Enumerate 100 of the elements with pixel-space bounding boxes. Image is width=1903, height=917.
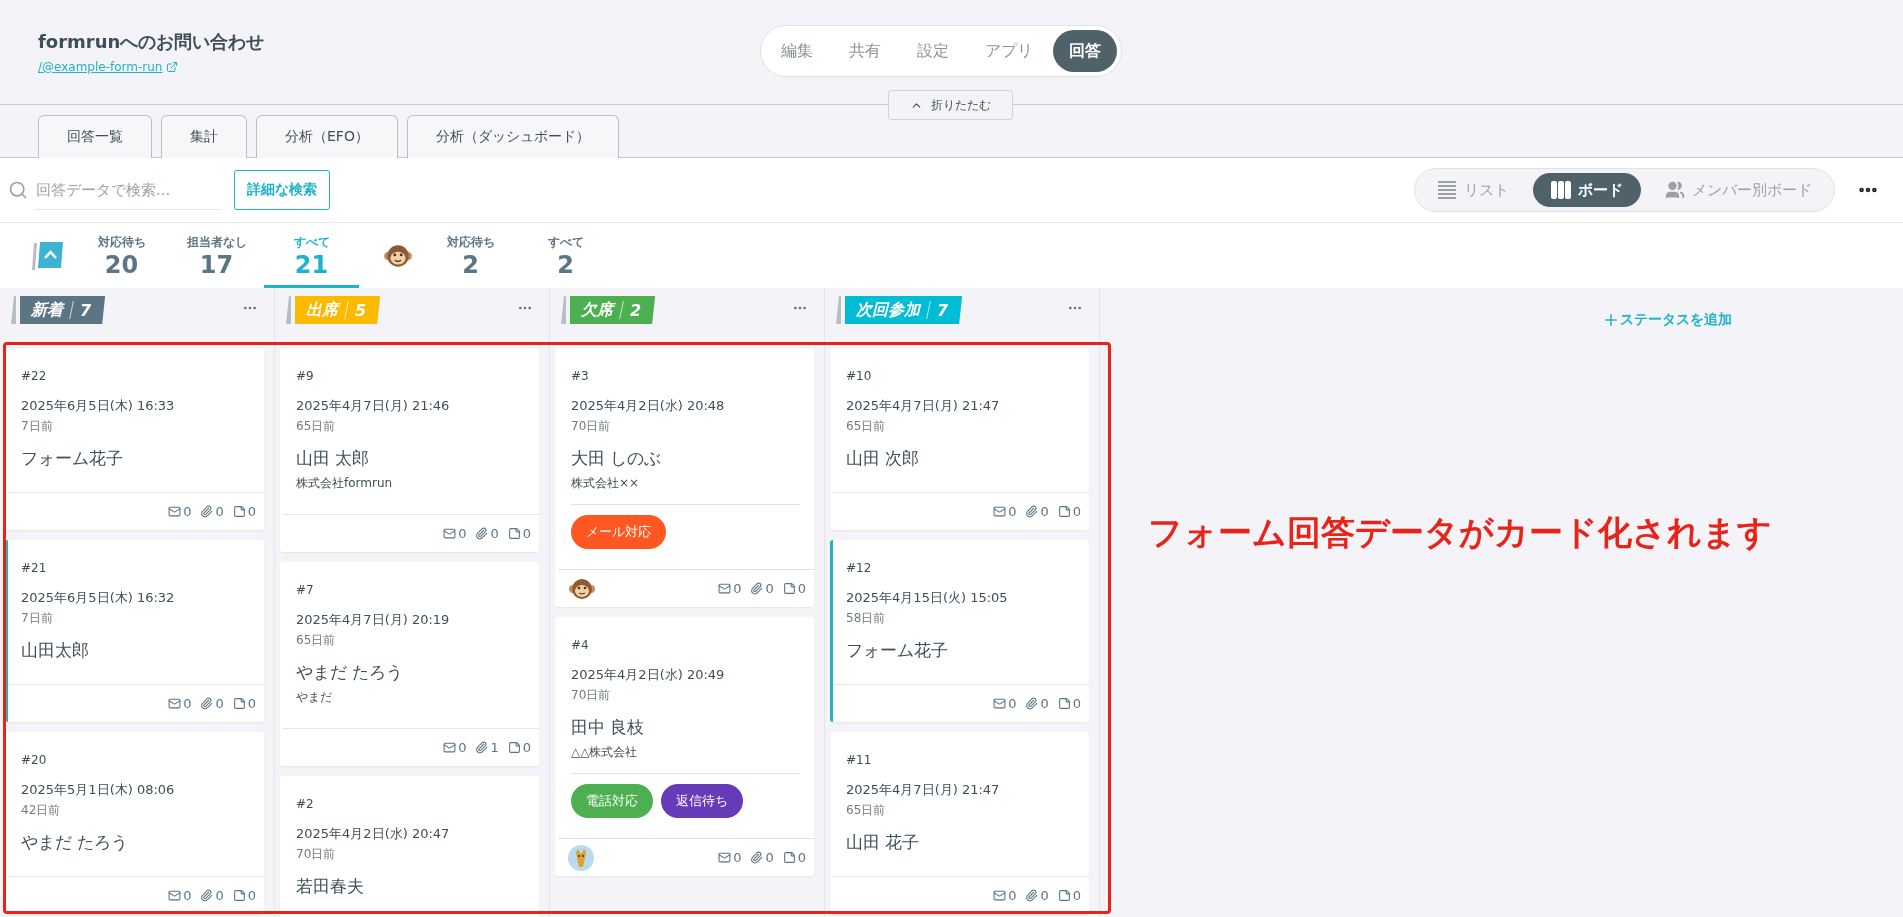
response-card[interactable]: #2 2025年4月2日(水) 20:47 70日前 若田春夫 bbox=[280, 776, 539, 917]
card-date: 2025年6月5日(木) 16:32 bbox=[21, 589, 176, 607]
giraffe-avatar-icon bbox=[568, 844, 594, 871]
card-date: 2025年4月15日(火) 15:05 bbox=[846, 589, 1009, 607]
card-company: 株式会社×× bbox=[571, 475, 641, 492]
note-count: 0 bbox=[1057, 888, 1081, 903]
response-card[interactable]: #22 2025年6月5日(木) 16:33 7日前 フォーム花子 0 0 0 bbox=[5, 348, 264, 530]
card-age: 65日前 bbox=[296, 632, 337, 649]
card-number: #3 bbox=[571, 368, 590, 385]
response-card[interactable]: #12 2025年4月15日(火) 15:05 58日前 フォーム花子 0 0 0 bbox=[830, 540, 1089, 722]
card-tag: メール対応 bbox=[571, 515, 666, 549]
attachment-count: 0 bbox=[200, 504, 224, 519]
count-filter[interactable]: すべて 2 bbox=[518, 223, 613, 288]
note-count: 0 bbox=[782, 850, 806, 865]
note-count: 0 bbox=[507, 740, 531, 755]
note-count: 0 bbox=[1057, 696, 1081, 711]
response-card[interactable]: #11 2025年4月7日(月) 21:47 65日前 山田 花子 0 0 0 bbox=[830, 732, 1089, 914]
count-filter[interactable]: 対応待ち 20 bbox=[74, 223, 169, 288]
mail-count: 0 bbox=[168, 696, 192, 711]
attachment-count: 1 bbox=[475, 740, 499, 755]
form-title: formrunへのお問い合わせ bbox=[38, 30, 266, 54]
status-label: 次回参加 7 bbox=[836, 296, 963, 324]
card-name: フォーム花子 bbox=[846, 639, 949, 662]
card-company: 株式会社formrun bbox=[296, 475, 394, 492]
card-date: 2025年4月7日(月) 21:47 bbox=[846, 397, 1001, 415]
response-card[interactable]: #4 2025年4月2日(水) 20:49 70日前 田中 良枝 △△株式会社 電話対応 返信待ち 0 0 0 bbox=[555, 617, 814, 876]
note-count: 0 bbox=[782, 581, 806, 596]
search-icon bbox=[8, 180, 28, 200]
attachment-count: 0 bbox=[750, 581, 774, 596]
card-age: 70日前 bbox=[296, 846, 337, 863]
card-company: やまだ bbox=[296, 689, 333, 706]
card-name: 山田太郎 bbox=[21, 639, 90, 662]
users-icon bbox=[1665, 180, 1685, 200]
response-card[interactable]: #21 2025年6月5日(木) 16:32 7日前 山田太郎 0 0 0 bbox=[5, 540, 264, 722]
response-card[interactable]: #9 2025年4月7日(月) 21:46 65日前 山田 太郎 株式会社formrun 0 0 0 bbox=[280, 348, 539, 552]
card-name: やまだ たろう bbox=[296, 661, 405, 684]
mail-count: 0 bbox=[168, 504, 192, 519]
tab[interactable]: 回答一覧 bbox=[38, 115, 152, 158]
response-card[interactable]: #3 2025年4月2日(水) 20:48 70日前 大田 しのぶ 株式会社×× メール対応 0 0 0 bbox=[555, 348, 814, 607]
card-age: 65日前 bbox=[846, 418, 887, 435]
card-date: 2025年6月5日(木) 16:33 bbox=[21, 397, 176, 415]
card-tag: 電話対応 bbox=[571, 784, 653, 818]
card-date: 2025年4月7日(月) 20:19 bbox=[296, 611, 451, 629]
columns-icon bbox=[1551, 180, 1571, 200]
tab[interactable]: 分析（ダッシュボード） bbox=[406, 115, 619, 158]
flag-icon bbox=[32, 240, 64, 271]
mail-count: 0 bbox=[993, 888, 1017, 903]
card-number: #21 bbox=[21, 560, 48, 577]
mail-count: 0 bbox=[718, 581, 742, 596]
attachment-count: 0 bbox=[475, 526, 499, 541]
attachment-count: 0 bbox=[1025, 696, 1049, 711]
note-count: 0 bbox=[232, 504, 256, 519]
card-age: 70日前 bbox=[571, 418, 612, 435]
response-card[interactable]: #7 2025年4月7日(月) 20:19 65日前 やまだ たろう やまだ 0 1 0 bbox=[280, 562, 539, 766]
mail-count: 0 bbox=[443, 526, 467, 541]
status-label: 出席 5 bbox=[286, 296, 381, 324]
count-filter[interactable]: 担当者なし 17 bbox=[169, 223, 264, 288]
list-icon bbox=[1437, 180, 1457, 200]
card-date: 2025年4月7日(月) 21:47 bbox=[846, 781, 1001, 799]
annotation-text: フォーム回答データがカード化されます bbox=[1148, 511, 1772, 554]
card-age: 7日前 bbox=[21, 610, 54, 627]
card-company: △△株式会社 bbox=[571, 744, 639, 761]
card-age: 7日前 bbox=[21, 418, 54, 435]
status-label: 新着 7 bbox=[11, 296, 106, 324]
card-name: やまだ たろう bbox=[21, 831, 130, 854]
card-number: #4 bbox=[571, 637, 590, 654]
card-number: #20 bbox=[21, 752, 48, 769]
card-name: 山田 太郎 bbox=[296, 447, 371, 470]
attachment-count: 0 bbox=[1025, 504, 1049, 519]
view-button[interactable]: ボード bbox=[1533, 173, 1641, 207]
tab[interactable]: 分析（EFO） bbox=[256, 115, 398, 158]
attachment-count: 0 bbox=[200, 696, 224, 711]
card-age: 42日前 bbox=[21, 802, 62, 819]
card-date: 2025年4月2日(水) 20:49 bbox=[571, 666, 726, 684]
card-name: 田中 良枝 bbox=[571, 716, 646, 739]
card-number: #12 bbox=[846, 560, 873, 577]
card-number: #7 bbox=[296, 582, 315, 599]
attachment-count: 0 bbox=[200, 888, 224, 903]
count-filter[interactable]: 対応待ち 2 bbox=[423, 223, 518, 288]
response-card[interactable]: #20 2025年5月1日(木) 08:06 42日前 やまだ たろう 0 0 0 bbox=[5, 732, 264, 914]
mail-count: 0 bbox=[993, 696, 1017, 711]
mail-count: 0 bbox=[718, 850, 742, 865]
card-date: 2025年4月7日(月) 21:46 bbox=[296, 397, 451, 415]
card-age: 70日前 bbox=[571, 687, 612, 704]
nav-tab[interactable]: 回答 bbox=[1053, 30, 1117, 72]
tab[interactable]: 集計 bbox=[161, 115, 247, 158]
mail-count: 0 bbox=[443, 740, 467, 755]
collapse-button[interactable]: 折りたたむ bbox=[888, 90, 1013, 120]
status-label: 欠席 2 bbox=[561, 296, 656, 324]
card-name: 大田 しのぶ bbox=[571, 447, 663, 470]
note-count: 0 bbox=[232, 696, 256, 711]
note-count: 0 bbox=[1057, 504, 1081, 519]
card-number: #9 bbox=[296, 368, 315, 385]
card-name: 山田 次郎 bbox=[846, 447, 921, 470]
response-card[interactable]: #10 2025年4月7日(月) 21:47 65日前 山田 次郎 0 0 0 bbox=[830, 348, 1089, 530]
card-number: #22 bbox=[21, 368, 48, 385]
external-link-icon bbox=[166, 61, 179, 73]
card-date: 2025年4月2日(水) 20:47 bbox=[296, 825, 451, 843]
card-number: #11 bbox=[846, 752, 873, 769]
note-count: 0 bbox=[232, 888, 256, 903]
